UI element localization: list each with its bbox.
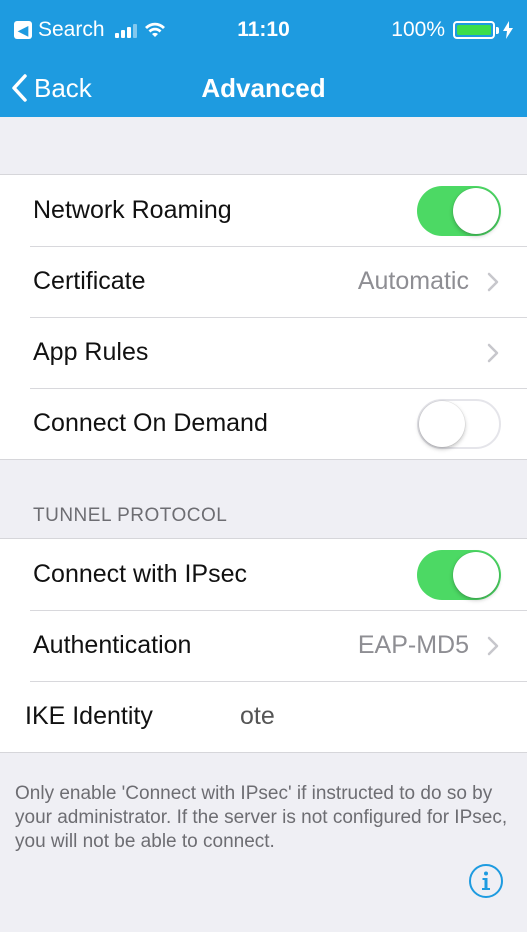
connect-on-demand-toggle[interactable] bbox=[417, 398, 501, 449]
ike-identity-label: IKE Identity bbox=[25, 702, 153, 730]
chevron-right-icon bbox=[487, 636, 499, 655]
connect-ipsec-toggle[interactable] bbox=[417, 549, 501, 600]
network-roaming-toggle[interactable] bbox=[417, 185, 501, 236]
app-rules-label: App Rules bbox=[33, 338, 149, 366]
app-rules-row[interactable]: App Rules bbox=[0, 317, 527, 388]
certificate-label: Certificate bbox=[33, 267, 146, 295]
ike-identity-field[interactable] bbox=[240, 702, 480, 731]
general-settings-group: Network Roaming Certificate Automatic Ap… bbox=[0, 174, 527, 460]
info-icon[interactable] bbox=[468, 863, 504, 899]
authentication-value: EAP-MD5 bbox=[357, 631, 469, 659]
battery-percent: 100% bbox=[391, 18, 445, 41]
network-roaming-row: Network Roaming bbox=[0, 175, 527, 246]
navigation-bar: Back Advanced bbox=[0, 58, 527, 117]
connect-ipsec-label: Connect with IPsec bbox=[33, 560, 247, 588]
tunnel-protocol-group: Connect with IPsec Authentication EAP-MD… bbox=[0, 538, 527, 753]
top-bar: ◀ Search 11:10 100% Back Advanced bbox=[0, 0, 527, 117]
network-roaming-label: Network Roaming bbox=[33, 196, 232, 224]
charging-bolt-icon bbox=[503, 21, 513, 39]
ipsec-footer-note: Only enable 'Connect with IPsec' if inst… bbox=[15, 783, 508, 852]
connect-on-demand-row: Connect On Demand bbox=[0, 388, 527, 459]
battery-icon bbox=[453, 21, 499, 39]
certificate-value: Automatic bbox=[357, 267, 469, 295]
ike-identity-row: IKE Identity bbox=[0, 681, 527, 752]
authentication-row[interactable]: Authentication EAP-MD5 bbox=[0, 610, 527, 681]
status-right: 100% bbox=[391, 18, 513, 42]
authentication-label: Authentication bbox=[33, 631, 192, 659]
connect-ipsec-row: Connect with IPsec bbox=[0, 539, 527, 610]
status-bar: ◀ Search 11:10 100% bbox=[0, 0, 527, 58]
chevron-right-icon bbox=[487, 343, 499, 362]
chevron-right-icon bbox=[487, 272, 499, 291]
certificate-row[interactable]: Certificate Automatic bbox=[0, 246, 527, 317]
tunnel-protocol-header: TUNNEL PROTOCOL bbox=[33, 505, 228, 526]
page-title: Advanced bbox=[201, 72, 326, 103]
connect-on-demand-label: Connect On Demand bbox=[33, 409, 268, 437]
